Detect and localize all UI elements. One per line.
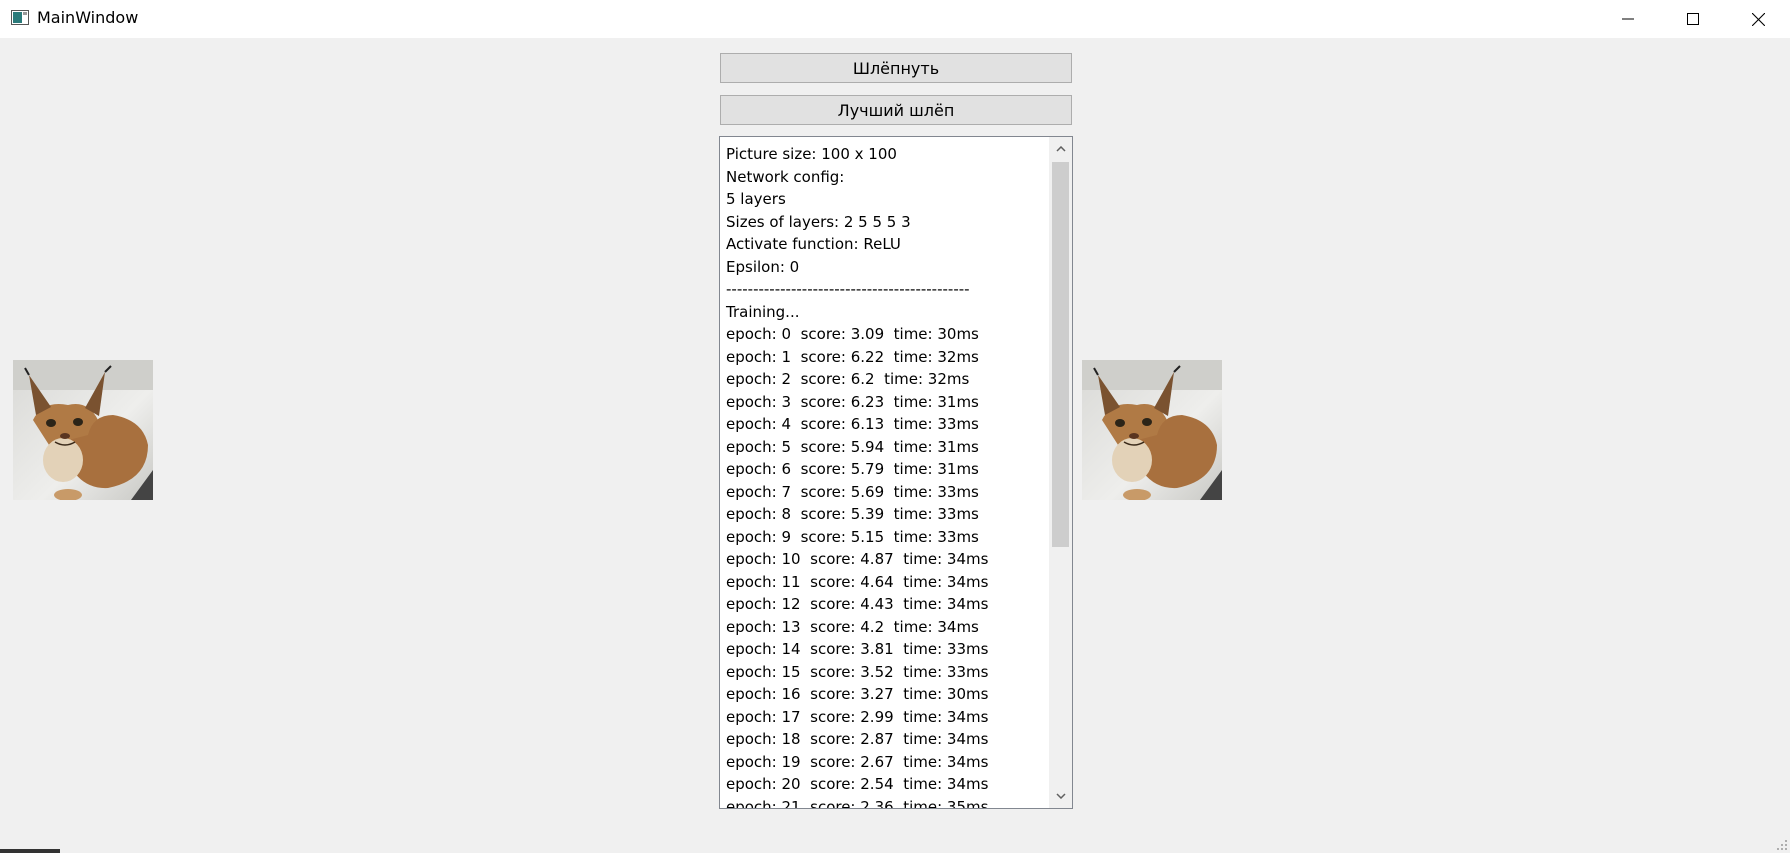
log-line: epoch: 13 score: 4.2 time: 34ms [726,617,979,636]
maximize-icon [1687,13,1699,25]
log-line: epoch: 1 score: 6.22 time: 32ms [726,347,979,366]
log-line: 5 layers [726,190,786,208]
minimize-icon [1622,18,1634,20]
scroll-down-button[interactable] [1049,784,1072,808]
log-line: Epsilon: 0 [726,257,800,276]
log-line: epoch: 15 score: 3.52 time: 33ms [726,662,989,681]
log-line: epoch: 10 score: 4.87 time: 34ms [726,550,989,568]
log-line: epoch: 0 score: 3.09 time: 30ms [726,325,979,343]
scroll-up-button[interactable] [1049,137,1072,161]
log-line: Sizes of layers: 2 5 5 5 3 [726,212,911,231]
close-icon [1751,12,1765,26]
log-line: Network config: [726,167,845,186]
maximize-button[interactable] [1661,0,1725,38]
log-line: epoch: 8 score: 5.39 time: 33ms [726,505,979,523]
log-line: Training... [726,302,800,321]
log-line: epoch: 19 score: 2.67 time: 34ms [726,752,989,771]
slap-button[interactable]: Шлёпнуть [720,53,1072,83]
input-image [13,360,153,500]
log-line: epoch: 18 score: 2.87 time: 34ms [726,730,989,748]
log-scrollbar[interactable] [1049,137,1072,808]
main-window: MainWindow Шлёпнуть Лучший шлёп Picture … [0,0,1790,853]
taskbar-edge [0,849,60,853]
log-line: Picture size: 100 x 100 [726,145,897,163]
log-line: ----------------------------------------… [726,280,970,298]
log-line: epoch: 16 score: 3.27 time: 30ms [726,685,989,703]
app-window-icon [11,10,29,25]
window-title: MainWindow [37,8,139,27]
log-text: Picture size: 100 x 100 Network config: 5 … [726,143,1046,809]
log-line: epoch: 11 score: 4.64 time: 34ms [726,572,989,591]
scroll-thumb[interactable] [1052,162,1069,547]
minimize-button[interactable] [1596,0,1660,38]
best-slap-button[interactable]: Лучший шлёп [720,95,1072,125]
log-line: epoch: 2 score: 6.2 time: 32ms [726,370,970,388]
log-line: epoch: 9 score: 5.15 time: 33ms [726,527,979,546]
caracal-photo [13,360,153,500]
log-line: epoch: 17 score: 2.99 time: 34ms [726,707,989,726]
log-line: epoch: 7 score: 5.69 time: 33ms [726,482,979,501]
log-line: epoch: 4 score: 6.13 time: 33ms [726,415,979,433]
log-line: epoch: 5 score: 5.94 time: 31ms [726,437,979,456]
log-line: Activate function: ReLU [726,235,901,253]
log-line: epoch: 14 score: 3.81 time: 33ms [726,640,989,658]
log-line: epoch: 12 score: 4.43 time: 34ms [726,595,989,613]
log-line: epoch: 6 score: 5.79 time: 31ms [726,460,979,478]
size-grip-icon[interactable] [1776,839,1788,851]
log-line: epoch: 3 score: 6.23 time: 31ms [726,392,979,411]
close-button[interactable] [1726,0,1790,38]
log-line: epoch: 21 score: 2.36 time: 35ms [726,797,989,809]
log-line: epoch: 20 score: 2.54 time: 34ms [726,775,989,793]
caracal-photo [1082,360,1222,500]
title-bar: MainWindow [0,0,1790,38]
output-image [1082,360,1222,500]
chevron-down-icon [1055,793,1066,799]
chevron-up-icon [1055,146,1066,152]
training-log[interactable]: Picture size: 100 x 100 Network config: 5 … [719,136,1073,809]
